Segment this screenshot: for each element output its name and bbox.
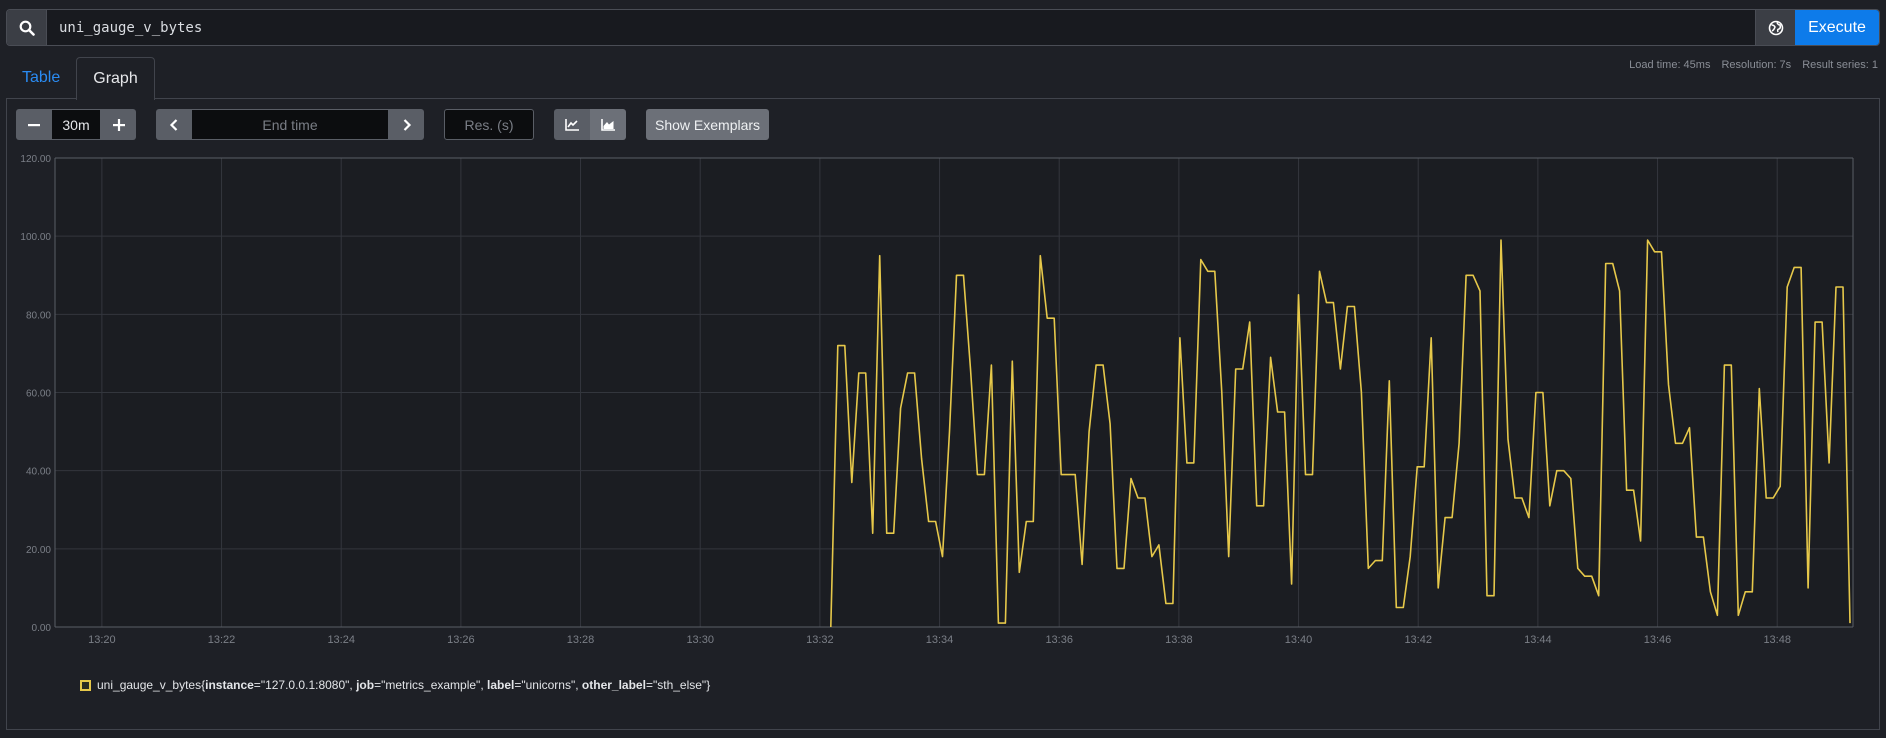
legend-value-job: "metrics_example" [381,678,481,692]
x-tick-label: 13:24 [327,634,355,646]
legend-value-label: "unicorns" [521,678,576,692]
legend: uni_gauge_v_bytes{instance = "127.0.0.1:80… [80,678,710,692]
y-tick-label: 40.00 [26,467,51,478]
x-tick-label: 13:20 [88,634,116,646]
y-tick-label: 20.00 [26,545,51,556]
x-tick-label: 13:40 [1285,634,1313,646]
x-tick-label: 13:38 [1165,634,1193,646]
y-tick-label: 80.00 [26,310,51,321]
x-tick-label: 13:36 [1045,634,1073,646]
y-tick-label: 0.00 [32,623,52,634]
x-tick-label: 13:30 [686,634,714,646]
legend-key-other-label: other_label [581,678,646,692]
legend-metric: uni_gauge_v_bytes [97,678,202,692]
x-tick-label: 13:42 [1404,634,1432,646]
legend-key-label: label [486,678,515,692]
graph-chart[interactable]: 0.00 20.00 40.00 60.00 80.00 100.00 120.00 13:2… [0,0,1886,738]
legend-value-other-label: "sth_else" [652,678,707,692]
legend-value-instance: "127.0.0.1:8080" [260,678,350,692]
y-tick-label: 100.00 [20,232,51,243]
y-tick-label: 60.00 [26,389,51,400]
x-tick-label: 13:22 [208,634,236,646]
y-tick-label: 120.00 [20,154,51,165]
x-tick-label: 13:44 [1524,634,1552,646]
legend-key-instance: instance [205,678,254,692]
x-tick-label: 13:46 [1644,634,1672,646]
x-tick-label: 13:34 [926,634,954,646]
x-tick-label: 13:32 [806,634,834,646]
x-tick-label: 13:48 [1763,634,1791,646]
x-tick-label: 13:26 [447,634,475,646]
legend-swatch[interactable] [80,679,91,691]
tab-graph[interactable]: Graph [76,57,155,100]
x-tick-label: 13:28 [567,634,595,646]
legend-key-job: job [356,678,375,692]
